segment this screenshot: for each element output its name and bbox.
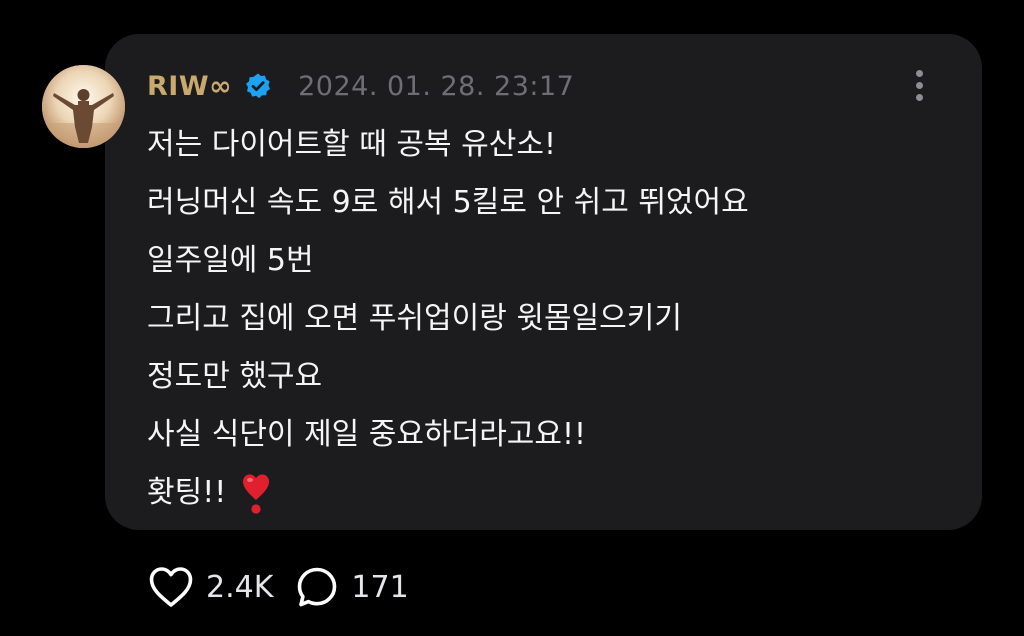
comment-line: 일주일에 5번 bbox=[147, 243, 314, 278]
comment-body: 저는 다이어트할 때 공복 유산소! 러닝머신 속도 9로 해서 5킬로 안 쉬… bbox=[147, 122, 947, 528]
more-dot-icon bbox=[916, 70, 923, 77]
comment-header: RIW∞ 2024. 01. 28. 23:17 bbox=[147, 66, 574, 106]
like-count: 2.4K bbox=[206, 569, 274, 605]
comment-screen: RIW∞ 2024. 01. 28. 23:17 저는 다이어트할 때 공복 유… bbox=[0, 0, 1024, 636]
avatar-person-icon bbox=[42, 65, 125, 148]
comment-count: 171 bbox=[351, 569, 409, 605]
speech-bubble-icon bbox=[298, 567, 337, 607]
username[interactable]: RIW∞ bbox=[147, 71, 232, 102]
comment-line: 저는 다이어트할 때 공복 유산소! bbox=[147, 127, 556, 162]
timestamp: 2024. 01. 28. 23:17 bbox=[298, 70, 575, 102]
comment-line-text: 홧팅!! bbox=[147, 475, 227, 510]
avatar[interactable] bbox=[42, 65, 125, 148]
comment-line: 그리고 집에 오면 푸쉬업이랑 윗몸일으키기 bbox=[147, 301, 682, 336]
more-dot-icon bbox=[916, 94, 923, 101]
comment-line: 러닝머신 속도 9로 해서 5킬로 안 쉬고 뛰었어요 bbox=[147, 185, 749, 220]
more-options-button[interactable] bbox=[905, 66, 935, 106]
comment-line: 정도만 했구요 bbox=[147, 359, 323, 394]
heart-exclamation-emoji-icon bbox=[242, 474, 269, 514]
heart-outline-icon bbox=[149, 567, 193, 607]
more-dot-icon bbox=[916, 82, 923, 89]
like-button[interactable]: 2.4K bbox=[148, 565, 273, 609]
comment-line: 사실 식단이 제일 중요하더라고요!! bbox=[147, 417, 587, 452]
comment-line-last: 홧팅!! bbox=[147, 470, 947, 528]
reply-button[interactable]: 171 bbox=[273, 565, 409, 609]
comment-actions: 2.4K 171 bbox=[148, 562, 409, 612]
verified-badge-icon bbox=[246, 73, 271, 99]
